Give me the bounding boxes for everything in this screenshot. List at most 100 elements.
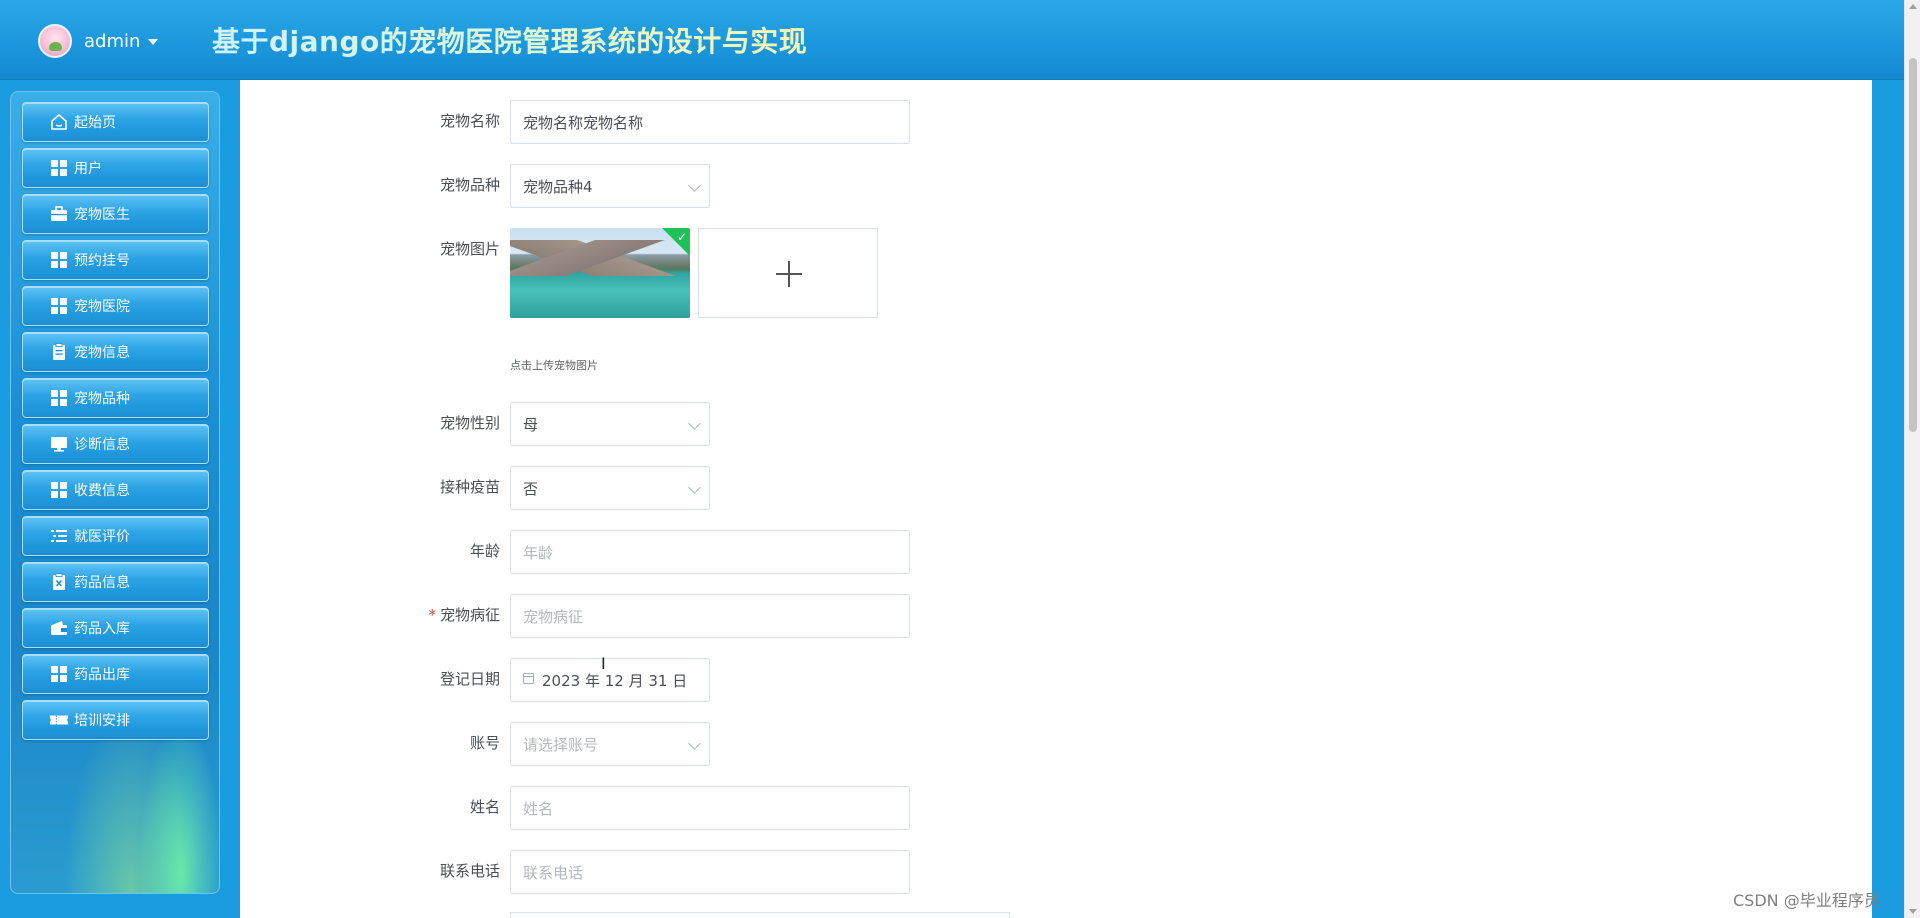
scroll-up-icon[interactable] <box>1909 4 1917 9</box>
pet-gender-select[interactable]: 母 <box>510 402 710 446</box>
age-placeholder: 年龄 <box>523 543 554 562</box>
sidebar-item-diagnosis[interactable]: 诊断信息 <box>22 424 209 464</box>
name-label: 姓名 <box>469 798 500 816</box>
register-date-value: 2023 年 12 月 31 日 <box>542 671 688 690</box>
home-icon <box>49 112 69 132</box>
chevron-down-icon <box>688 737 701 750</box>
phone-placeholder: 联系电话 <box>523 863 584 882</box>
pet-breed-select[interactable]: 宠物品种4 <box>510 164 710 208</box>
symptoms-label-text: 宠物病征 <box>439 606 500 624</box>
sidebar-item-medicine-out[interactable]: 药品出库 <box>22 654 209 694</box>
calendar-icon <box>523 673 534 684</box>
pet-image-label: 宠物图片 <box>439 240 500 258</box>
phone-input[interactable]: 联系电话 <box>510 850 910 894</box>
sidebar-item-label: 起始页 <box>74 115 116 131</box>
avatar[interactable] <box>38 24 72 58</box>
sidebar-item-charges[interactable]: 收费信息 <box>22 470 209 510</box>
sidebar-item-label: 用户 <box>74 161 102 177</box>
register-date-label: 登记日期 <box>439 670 500 688</box>
grid-icon <box>49 250 69 270</box>
pet-name-value: 宠物名称宠物名称 <box>523 113 644 132</box>
upload-tip: 点击上传宠物图片 <box>510 359 598 372</box>
monitor-icon <box>49 434 69 454</box>
check-icon: ✓ <box>676 230 687 244</box>
sidebar-item-pet-hospital[interactable]: 宠物医院 <box>22 286 209 326</box>
sidebar-item-label: 诊断信息 <box>74 437 130 453</box>
account-label: 账号 <box>469 734 500 752</box>
list-icon <box>49 526 69 546</box>
sidebar: 起始页 用户 宠物医生 预约挂号 宠物医院 宠物信息 宠物品种 诊断信息 收费信… <box>10 91 220 894</box>
sidebar-item-label: 药品入库 <box>74 621 130 637</box>
sidebar-item-label: 宠物医生 <box>74 207 130 223</box>
scrollbar-thumb[interactable] <box>1909 58 1917 432</box>
caret-down-icon[interactable] <box>148 39 159 45</box>
clipboard-x-icon <box>49 572 69 592</box>
grid-icon <box>49 480 69 500</box>
scroll-down-icon[interactable] <box>1909 909 1917 914</box>
symptoms-input[interactable]: 宠物病征 <box>510 594 910 638</box>
symptoms-label: * 宠物病征 <box>340 604 500 625</box>
sidebar-item-users[interactable]: 用户 <box>22 148 209 188</box>
top-header: admin 基于django的宠物医院管理系统的设计与实现 <box>0 0 1904 80</box>
sidebar-item-label: 收费信息 <box>74 483 130 499</box>
sidebar-item-label: 就医评价 <box>74 529 130 545</box>
clipboard-icon <box>49 342 69 362</box>
sidebar-item-medicine-in[interactable]: 药品入库 <box>22 608 209 648</box>
user-menu[interactable]: admin <box>38 24 159 58</box>
pet-gender-label: 宠物性别 <box>439 414 500 432</box>
sidebar-item-label: 宠物医院 <box>74 299 130 315</box>
plus-icon <box>788 261 790 287</box>
sidebar-item-pet-doctor[interactable]: 宠物医生 <box>22 194 209 234</box>
briefcase-icon <box>49 204 69 224</box>
pet-name-label: 宠物名称 <box>439 112 500 130</box>
ticket-icon <box>49 710 69 730</box>
sidebar-menu: 起始页 用户 宠物医生 预约挂号 宠物医院 宠物信息 宠物品种 诊断信息 收费信… <box>22 102 209 746</box>
vaccinated-select[interactable]: 否 <box>510 466 710 510</box>
grid-icon <box>49 296 69 316</box>
age-label: 年龄 <box>469 542 500 560</box>
account-select[interactable]: 请选择账号 <box>510 722 710 766</box>
vaccinated-label: 接种疫苗 <box>439 478 500 496</box>
chevron-down-icon <box>688 481 701 494</box>
sidebar-item-medicine-info[interactable]: 药品信息 <box>22 562 209 602</box>
vertical-scrollbar[interactable] <box>1904 0 1920 918</box>
pet-gender-value: 母 <box>523 415 539 434</box>
chevron-down-icon <box>688 179 701 192</box>
watermark: CSDN @毕业程序员 <box>1733 891 1880 910</box>
content-area <box>240 80 1872 918</box>
sidebar-item-label: 药品信息 <box>74 575 130 591</box>
sidebar-item-label: 宠物品种 <box>74 391 130 407</box>
user-name[interactable]: admin <box>84 31 140 52</box>
sidebar-item-label: 培训安排 <box>74 713 130 729</box>
sidebar-item-appointment[interactable]: 预约挂号 <box>22 240 209 280</box>
sidebar-item-review[interactable]: 就医评价 <box>22 516 209 556</box>
symptoms-placeholder: 宠物病征 <box>523 607 584 626</box>
sidebar-item-pet-info[interactable]: 宠物信息 <box>22 332 209 372</box>
phone-label: 联系电话 <box>439 862 500 880</box>
pet-name-input[interactable]: 宠物名称宠物名称 <box>510 100 910 144</box>
pet-image-thumbnail[interactable]: ✓ <box>510 228 690 318</box>
sidebar-item-label: 宠物信息 <box>74 345 130 361</box>
sidebar-item-home[interactable]: 起始页 <box>22 102 209 142</box>
sidebar-item-label: 预约挂号 <box>74 253 130 269</box>
grid-icon <box>49 664 69 684</box>
app-title: 基于django的宠物医院管理系统的设计与实现 <box>212 20 807 60</box>
chevron-down-icon <box>688 417 701 430</box>
text-cursor-icon: I <box>601 654 606 673</box>
wallet-icon <box>49 618 69 638</box>
sidebar-item-pet-breed[interactable]: 宠物品种 <box>22 378 209 418</box>
sidebar-item-training[interactable]: 培训安排 <box>22 700 209 740</box>
image-upload-button[interactable] <box>698 228 878 318</box>
next-field-input[interactable] <box>510 912 1010 918</box>
name-input[interactable]: 姓名 <box>510 786 910 830</box>
account-placeholder: 请选择账号 <box>523 735 599 754</box>
vaccinated-value: 否 <box>523 479 539 498</box>
age-input[interactable]: 年龄 <box>510 530 910 574</box>
required-mark: * <box>428 606 436 624</box>
sidebar-item-label: 药品出库 <box>74 667 130 683</box>
register-date-input[interactable]: 2023 年 12 月 31 日 <box>510 658 710 702</box>
grid-icon <box>49 158 69 178</box>
name-placeholder: 姓名 <box>523 799 554 818</box>
pet-breed-value: 宠物品种4 <box>523 177 593 196</box>
pet-breed-label: 宠物品种 <box>439 176 500 194</box>
